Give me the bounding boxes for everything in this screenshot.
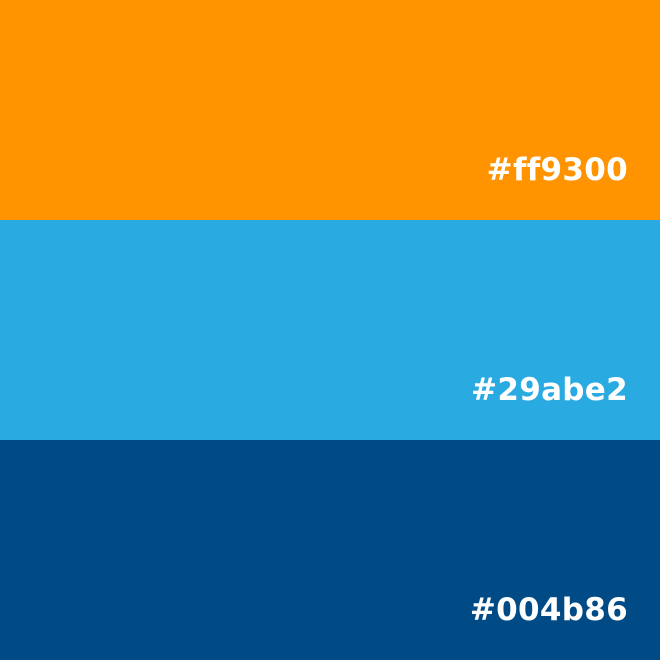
hex-code-label: #004b86 [469,592,628,628]
hex-code-label: #ff9300 [486,152,628,188]
hex-code-label: #29abe2 [471,372,628,408]
color-swatch-light-blue: #29abe2 [0,220,660,440]
color-swatch-orange: #ff9300 [0,0,660,220]
color-swatch-navy-blue: #004b86 [0,440,660,660]
color-palette: #ff9300 #29abe2 #004b86 [0,0,660,660]
